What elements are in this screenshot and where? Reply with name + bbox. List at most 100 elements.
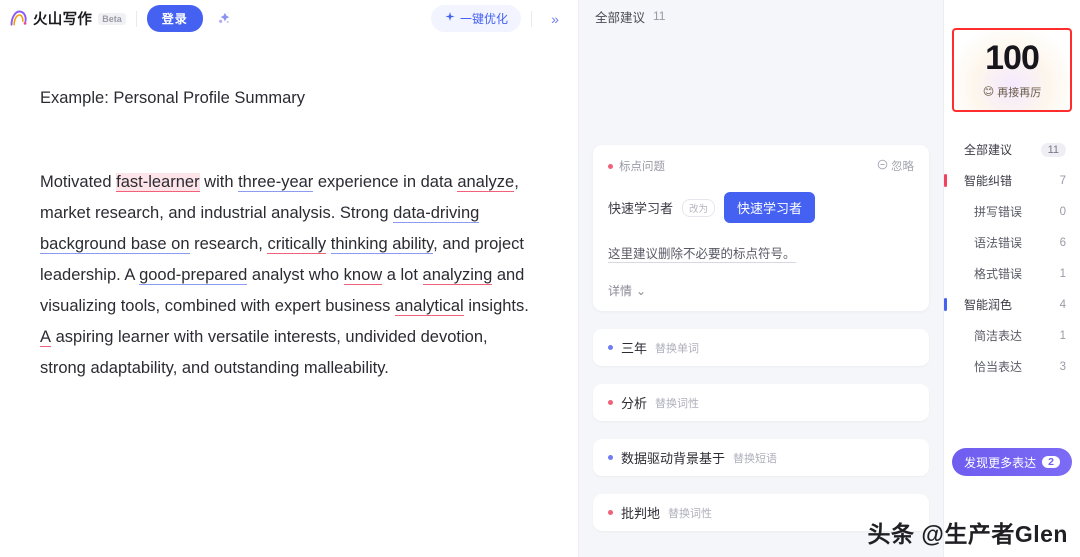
sidebar-item-智能润色[interactable]: 智能润色 4 (944, 289, 1080, 320)
sidebar-pane: 100 😊 再接再厉 全部建议 11 智能纠错 7 拼写错误 0 语法错误 6 格式错误 1 智能润… (943, 0, 1080, 557)
suggestion-card-active[interactable]: 标点问题 忽略 快速学习者 改为 快速学习者 这里建议删除不必要的标点符号。 详… (593, 145, 929, 311)
login-button[interactable]: 登录 (146, 5, 203, 32)
watermark: 头条 @生产者Glen (867, 521, 1068, 547)
details-label: 详情 (608, 284, 633, 298)
toolbar-divider-2 (531, 10, 532, 27)
doc-text: aspiring learner with versatile interest… (40, 328, 488, 378)
doc-flagged-text[interactable]: analyzing (422, 266, 493, 286)
volcano-logo-icon (8, 8, 29, 29)
doc-flagged-text[interactable]: good-prepared (139, 266, 248, 286)
suggestion-row-word: 分析 (621, 396, 648, 411)
sidebar-category-list: 全部建议 11 智能纠错 7 拼写错误 0 语法错误 6 格式错误 1 智能润色 4 简洁表达 1 恰当表达… (944, 134, 1080, 382)
suggestion-row[interactable]: 数据驱动背景基于 替换短语 (593, 439, 929, 476)
suggestion-description-text: 这里建议删除不必要的标点符号。 (608, 247, 796, 263)
doc-flagged-text[interactable]: know (343, 266, 383, 286)
severity-dot-icon (608, 345, 613, 350)
sidebar-item-恰当表达[interactable]: 恰当表达 3 (944, 351, 1080, 382)
category-accent-bar (944, 174, 947, 187)
suggestion-card-header: 标点问题 忽略 (608, 158, 914, 174)
smiley-icon: 😊 (982, 86, 995, 98)
suggestions-pane: 全部建议 11 标点问题 忽略 快速学习者 改为 快速学习者 这里建议删除不必要… (578, 0, 943, 557)
document-paragraph[interactable]: Motivated fast-learner with three-year e… (40, 167, 538, 384)
score-caption: 再接再厉 (997, 86, 1042, 99)
sidebar-item-count: 7 (1059, 174, 1066, 187)
optimize-label: 一键优化 (459, 12, 508, 26)
sidebar-item-count: 6 (1059, 236, 1066, 249)
suggestions-list: 标点问题 忽略 快速学习者 改为 快速学习者 这里建议删除不必要的标点符号。 详… (579, 145, 943, 531)
suggestion-description: 这里建议删除不必要的标点符号。 (608, 243, 914, 263)
sidebar-item-count: 3 (1059, 360, 1066, 373)
suggestion-row-word: 三年 (621, 341, 648, 356)
severity-dot-icon (608, 510, 613, 515)
sidebar-item-count: 11 (1040, 142, 1066, 157)
document-title: Example: Personal Profile Summary (40, 89, 306, 107)
discover-more-button[interactable]: 发现更多表达 2 (952, 448, 1072, 476)
sidebar-item-label: 智能润色 (964, 298, 1013, 312)
document-body[interactable]: Example: Personal Profile Summary Motiva… (0, 37, 578, 384)
doc-text: a lot (382, 266, 423, 285)
sidebar-item-count: 1 (1059, 329, 1066, 342)
suggestion-row-type: 替换词性 (668, 507, 713, 520)
sidebar-item-简洁表达[interactable]: 简洁表达 1 (944, 320, 1080, 351)
suggestions-header-count: 11 (653, 9, 666, 23)
replacement-row: 快速学习者 改为 快速学习者 (608, 192, 914, 223)
sidebar-item-label: 简洁表达 (974, 329, 1023, 343)
chevron-down-icon: ⌄ (636, 283, 647, 298)
brand-name: 火山写作 (33, 12, 93, 28)
doc-text: experience in data (313, 173, 458, 192)
magic-wand-icon[interactable] (211, 6, 237, 32)
discover-label: 发现更多表达 (964, 455, 1037, 470)
sidebar-item-语法错误[interactable]: 语法错误 6 (944, 227, 1080, 258)
suggestion-row[interactable]: 三年 替换单词 (593, 329, 929, 366)
replace-arrow-label: 改为 (682, 198, 716, 217)
brand-logo[interactable]: 火山写作 Beta (8, 8, 126, 29)
suggestion-card-tag: 标点问题 (608, 158, 665, 174)
one-click-optimize-button[interactable]: 一键优化 (430, 5, 521, 32)
doc-text: research, (189, 235, 268, 254)
original-text: 快速学习者 (608, 201, 674, 216)
ignore-suggestion-button[interactable]: 忽略 (877, 158, 914, 174)
suggestion-row-word: 数据驱动背景基于 (621, 451, 726, 466)
suggestions-header: 全部建议 11 (579, 0, 943, 32)
sparkle-icon (444, 11, 456, 26)
sidebar-item-label: 拼写错误 (974, 205, 1023, 219)
score-value: 100 (985, 38, 1040, 77)
sidebar-item-label: 全部建议 (964, 143, 1013, 157)
ignore-label: 忽略 (891, 161, 914, 173)
doc-text: insights. (463, 297, 529, 316)
suggestion-card-tag-label: 标点问题 (619, 161, 665, 173)
sidebar-item-格式错误[interactable]: 格式错误 1 (944, 258, 1080, 289)
sidebar-item-智能纠错[interactable]: 智能纠错 7 (944, 165, 1080, 196)
doc-flagged-text[interactable]: critically (267, 235, 327, 255)
collapse-panel-icon[interactable]: » (542, 6, 568, 32)
suggestion-row-word: 批判地 (621, 506, 661, 521)
severity-dot-icon (608, 455, 613, 460)
beta-badge: Beta (98, 12, 126, 25)
score-caption-row: 😊 再接再厉 (983, 84, 1041, 100)
editor-toolbar: 火山写作 Beta 登录 一键优化 » (0, 0, 578, 37)
category-accent-bar (944, 298, 947, 311)
sidebar-item-count: 4 (1059, 298, 1066, 311)
suggestion-rows: 三年 替换单词 分析 替换词性 数据驱动背景基于 替换短语 批判地 替换词性 (593, 329, 929, 531)
sidebar-item-label: 智能纠错 (964, 174, 1013, 188)
suggestion-row-type: 替换单词 (655, 342, 700, 355)
doc-flagged-text[interactable]: analyze (457, 173, 515, 193)
doc-text: Motivated (40, 173, 117, 192)
doc-text: analyst who (247, 266, 344, 285)
severity-dot-icon (608, 400, 613, 405)
apply-replacement-button[interactable]: 快速学习者 (724, 192, 816, 223)
doc-flagged-text[interactable]: analytical (394, 297, 464, 317)
suggestions-header-label: 全部建议 (595, 10, 646, 25)
doc-flagged-text[interactable]: fast-learner (116, 173, 200, 193)
suggestion-row-type: 替换词性 (655, 397, 700, 410)
doc-flagged-text[interactable]: thinking ability (330, 235, 434, 255)
suggestion-details-toggle[interactable]: 详情 ⌄ (608, 282, 914, 299)
minus-circle-icon (877, 159, 888, 173)
suggestion-row[interactable]: 分析 替换词性 (593, 384, 929, 421)
suggestion-row-type: 替换短语 (733, 452, 778, 465)
doc-flagged-text[interactable]: three-year (238, 173, 314, 193)
doc-flagged-text[interactable]: A (40, 328, 52, 348)
sidebar-item-label: 格式错误 (974, 267, 1023, 281)
sidebar-item-全部建议[interactable]: 全部建议 11 (944, 134, 1080, 165)
sidebar-item-拼写错误[interactable]: 拼写错误 0 (944, 196, 1080, 227)
